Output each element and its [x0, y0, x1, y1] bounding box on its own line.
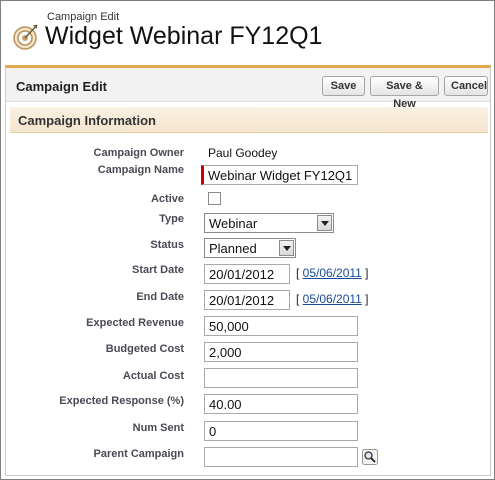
start-date-label: Start Date [132, 264, 184, 276]
parent-campaign-label: Parent Campaign [93, 448, 184, 460]
page-header: Campaign Edit Widget Webinar FY12Q1 [9, 9, 489, 57]
status-label: Status [150, 239, 184, 251]
status-select-value: Planned [209, 241, 257, 256]
expected-response-label: Expected Response (%) [59, 395, 184, 407]
chevron-down-icon [317, 215, 332, 231]
save-and-new-button[interactable]: Save & New [370, 76, 439, 110]
type-select[interactable]: Webinar [204, 213, 334, 233]
type-label: Type [159, 213, 184, 225]
section-title: Campaign Information [18, 113, 156, 128]
campaign-name-field[interactable] [201, 165, 358, 185]
expected-revenue-label: Expected Revenue [86, 317, 184, 329]
end-date-label: End Date [136, 291, 184, 303]
target-icon [13, 24, 38, 50]
parent-campaign-field[interactable] [204, 447, 358, 467]
campaign-name-label: Campaign Name [97, 164, 184, 176]
expected-revenue-field[interactable] [204, 316, 358, 336]
chevron-down-icon [279, 240, 294, 256]
end-date-field[interactable] [204, 290, 290, 310]
actual-cost-label: Actual Cost [122, 370, 184, 382]
campaign-edit-window: Campaign Edit Widget Webinar FY12Q1 Camp… [0, 0, 495, 480]
start-date-today-link[interactable]: 05/06/2011 [303, 266, 362, 280]
expected-response-field[interactable] [204, 394, 358, 414]
active-checkbox[interactable] [208, 192, 221, 205]
campaign-owner-label: Campaign Owner [93, 147, 184, 159]
status-select[interactable]: Planned [204, 238, 296, 258]
magnifier-icon[interactable] [362, 449, 378, 465]
campaign-owner-value: Paul Goodey [208, 146, 278, 160]
budgeted-cost-field[interactable] [204, 342, 358, 362]
save-button[interactable]: Save [322, 76, 365, 96]
num-sent-field[interactable] [204, 421, 358, 441]
type-select-value: Webinar [209, 216, 258, 231]
block-title: Campaign Edit [16, 79, 108, 94]
start-date-today: [ 05/06/2011 ] [296, 266, 369, 280]
start-date-field[interactable] [204, 264, 290, 284]
end-date-today: [ 05/06/2011 ] [296, 292, 369, 306]
edit-block: Campaign Edit Save Save & New Cancel Cam… [5, 65, 491, 476]
section-header[interactable]: Campaign Information [10, 107, 488, 133]
cancel-button[interactable]: Cancel [444, 76, 488, 96]
end-date-today-link[interactable]: 05/06/2011 [303, 292, 362, 306]
budgeted-cost-label: Budgeted Cost [105, 343, 184, 355]
actual-cost-field[interactable] [204, 368, 358, 388]
block-header: Campaign Edit Save Save & New Cancel [6, 68, 490, 110]
num-sent-label: Num Sent [132, 422, 184, 434]
page-title: Widget Webinar FY12Q1 [45, 22, 323, 50]
active-label: Active [150, 193, 184, 205]
